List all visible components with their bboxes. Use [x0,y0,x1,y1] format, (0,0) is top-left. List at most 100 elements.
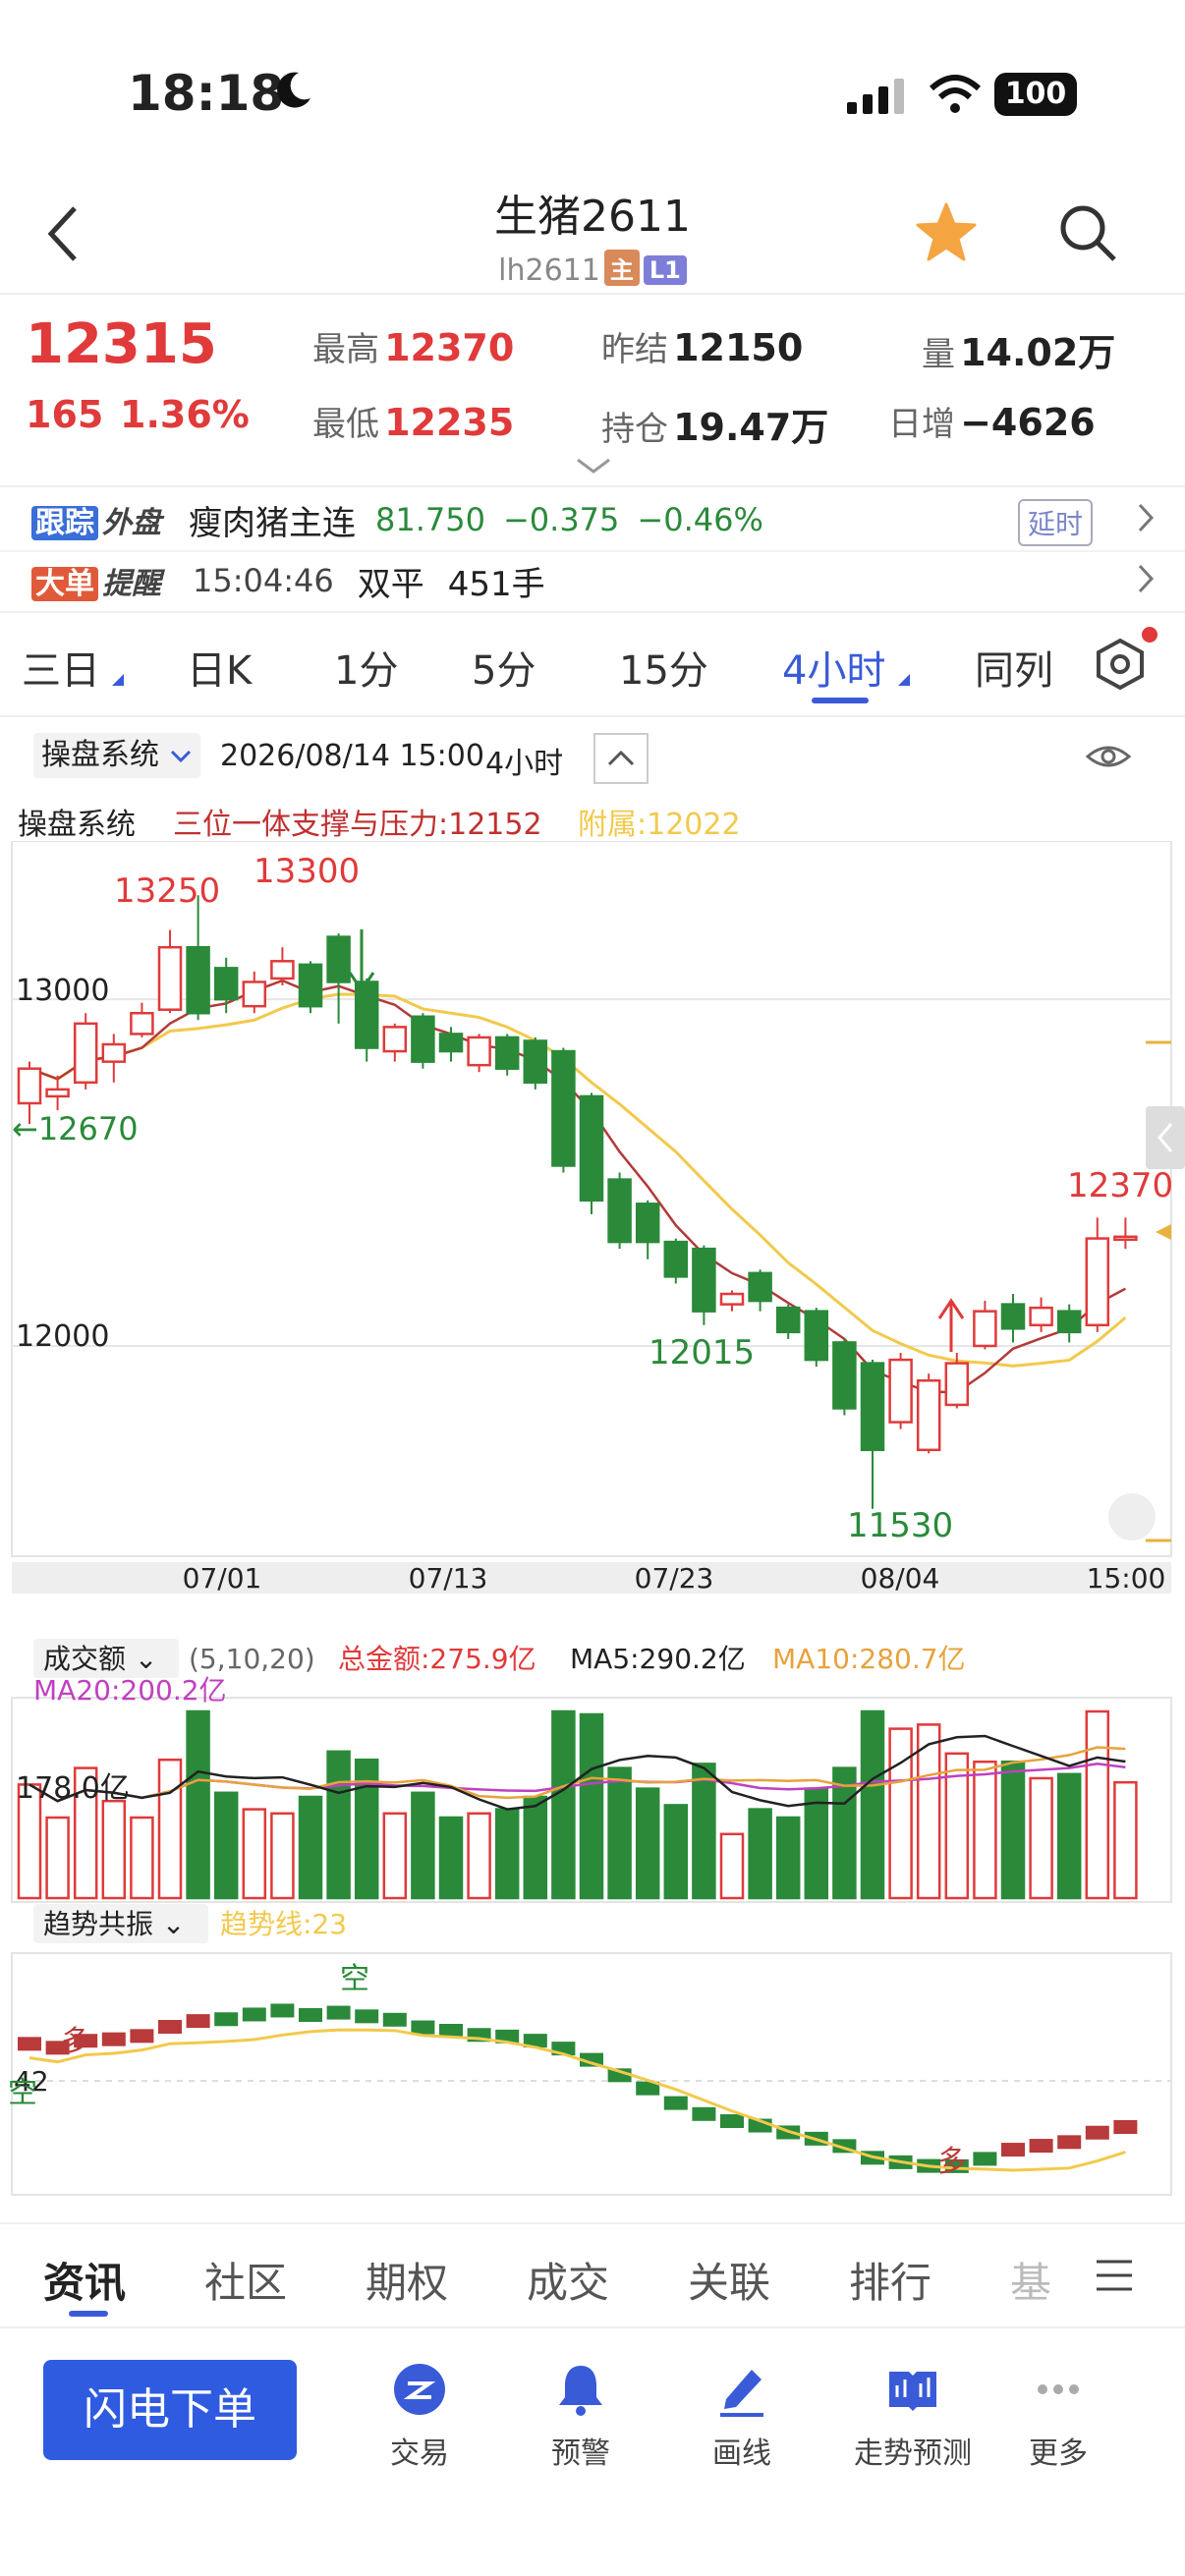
nav-alert-label: 预警 [551,2436,610,2471]
nav-trade[interactable]: 交易 [346,2360,493,2472]
daily-increase-field: 日增 −4626 [888,397,1096,445]
system-selector-label: 操盘系统 [41,738,159,772]
candle-body [382,1026,408,1053]
volume-bar [1056,1772,1082,1900]
candle-body [663,1240,689,1278]
candle-body [607,1178,632,1244]
tab-related[interactable]: 关联 [688,2250,770,2310]
low-value: 12235 [384,401,515,444]
signal-icon [847,77,908,120]
label-low-11530: 11530 [847,1506,953,1545]
trend-block [158,2020,182,2034]
contract-code: lh2611 主 L1 [0,250,1185,288]
axis-label-12000: 12000 [16,1319,109,1354]
big-order-strip[interactable]: 大单 提醒 15:04:46 双平 451手 [0,552,1185,609]
candle-body [298,963,323,1008]
tab-ranking[interactable]: 排行 [849,2250,931,2310]
volume-bar [1029,1776,1053,1900]
page-title: 生猪2611 [494,192,691,242]
candle-body [17,1067,42,1105]
candle-body [411,1015,435,1063]
tab-15min[interactable]: 15分 [619,639,708,696]
flash-order-button[interactable]: 闪电下单 [43,2360,297,2460]
collapse-button[interactable] [593,733,649,784]
candle-body [888,1358,913,1424]
battery-indicator: 100 [994,73,1077,116]
foreign-market-strip[interactable]: 跟踪 外盘 瘦肉猪主连 81.750 −0.375 −0.46% 延时 [0,491,1185,548]
ma-line-yellow [28,992,1127,1368]
price-pointer-icon [1156,1224,1171,1240]
volume-bar [45,1816,70,1900]
big-order-qty: 451手 [447,564,545,604]
volume-label: 量 [922,335,955,374]
trend-block [973,2152,997,2166]
candle-body [832,1341,857,1410]
trend-block [326,2005,351,2020]
candle-body [73,1022,98,1085]
nav-draw[interactable]: 画线 [668,2360,816,2472]
label-last-12370: 12370 [1067,1166,1173,1205]
volume-bar [298,1795,323,1900]
volume-bar [692,1763,716,1900]
tab-options[interactable]: 期权 [366,2250,448,2310]
trend-block [663,2096,688,2110]
tab-daily-k[interactable]: 日K [187,639,252,696]
tab-news[interactable]: 资讯 [43,2250,126,2310]
expand-chevron-icon[interactable] [574,456,613,479]
tab-1min[interactable]: 1分 [334,639,398,696]
chart-period: 4小时 [485,747,564,781]
candle-body [242,980,267,1008]
remind-tag-text: 提醒 [102,567,161,601]
candle-body [157,945,183,1011]
chart-datetime: 2026/08/14 15:00 [220,739,484,773]
nav-forecast[interactable]: 走势预测 [829,2360,996,2472]
code-text: lh2611 [498,253,600,288]
trend-mark-long: 多 [937,2145,967,2179]
search-icon[interactable] [1055,200,1120,269]
candle-body [467,1036,491,1067]
trend-block [214,2012,239,2027]
volume-bar [635,1787,660,1900]
volume-bar [523,1795,548,1900]
tab-community[interactable]: 社区 [204,2250,287,2310]
moon-icon [271,69,314,116]
trend-selector: 趋势共振 ⌄ [43,1908,185,1940]
candle-body [748,1271,772,1303]
status-time: 18:18 [128,65,285,122]
tab-5min[interactable]: 5分 [472,639,536,696]
trend-block [18,2037,41,2051]
candle-body [1029,1306,1053,1327]
tab-fundamentals[interactable]: 基 [1010,2250,1051,2310]
menu-icon[interactable] [1095,2258,1134,2297]
candle-body [551,1049,576,1167]
tab-4hour[interactable]: 4小时 [782,639,885,696]
open-interest-value: 19.47万 [673,406,829,449]
trend-mark-short: 空 [8,2076,37,2110]
nav-more[interactable]: 更多 [985,2360,1132,2472]
prev-settle-label: 昨结 [601,330,668,369]
trend-block [692,2106,716,2121]
low-field: 最低 12235 [312,397,514,445]
change-value: 165 [26,393,104,436]
tab-same-column[interactable]: 同列 [975,639,1053,696]
volume-total: 总金额:275.9亿 [338,1643,536,1675]
nav-draw-label: 画线 [712,2436,771,2471]
favorite-star-icon[interactable] [914,200,979,269]
tab-trades[interactable]: 成交 [527,2250,609,2310]
date-tick-label: 15:00 [1087,1562,1166,1595]
tab-three-day[interactable]: 三日 [22,639,100,696]
eye-icon[interactable] [1085,737,1132,780]
track-tag-text: 跟踪 [31,506,98,540]
volume-bar [494,1808,520,1900]
foreign-change: −0.375 [502,501,620,538]
nav-alert[interactable]: 预警 [507,2360,654,2472]
volume-ma10: MA10:280.7亿 [772,1643,966,1675]
candle-body [916,1378,941,1452]
date-tick-label: 08/04 [861,1562,940,1595]
volume-bar [719,1832,745,1900]
settings-hexagon-icon[interactable] [1093,637,1148,696]
kline-chart-area[interactable]: 13250 13300 13000 ←12670 12000 12015 11530 1237… [0,841,1185,2207]
system-selector[interactable]: 操盘系统 [33,733,200,778]
bottom-tabs: 资讯 社区 期权 成交 关联 排行 基 [0,2224,1185,2323]
legend-attach: 附属:12022 [578,808,741,842]
